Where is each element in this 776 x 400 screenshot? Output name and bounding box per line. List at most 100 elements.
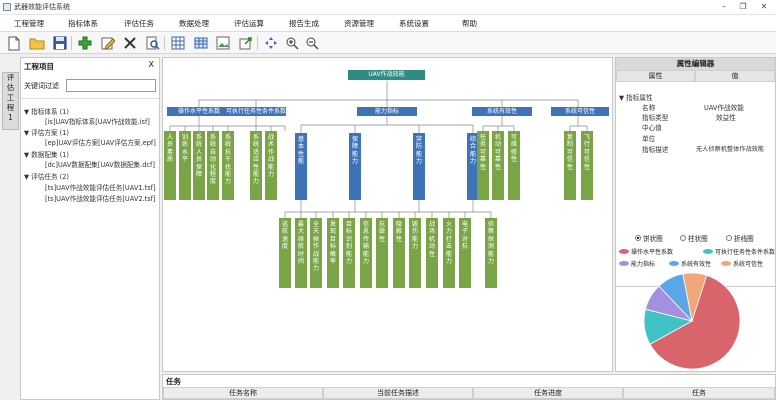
- move-icon[interactable]: [262, 35, 279, 51]
- tree-node[interactable]: ▼ 评估任务 (2): [24, 171, 69, 181]
- minimize-button[interactable]: –: [717, 1, 731, 13]
- menu-report[interactable]: 报告生成: [289, 18, 319, 29]
- diagram-leaf-node[interactable]: 火力打击能力: [443, 218, 455, 288]
- legend-item: 操作水平性系数: [619, 247, 673, 256]
- radio-line[interactable]: 折线图: [726, 233, 754, 243]
- property-name: 单位: [642, 135, 656, 143]
- diagram-leaf-node[interactable]: 系统人员保障: [193, 131, 205, 200]
- menu-project[interactable]: 工程管理: [14, 18, 44, 29]
- panel-title: 任务: [166, 377, 181, 386]
- diagram-leaf-node[interactable]: 抗毁性: [376, 218, 388, 288]
- toolbar-separator: [257, 36, 258, 50]
- radio-pie[interactable]: 饼状图: [635, 233, 663, 243]
- edit-icon[interactable]: [99, 35, 116, 51]
- diagram-leaf-node[interactable]: 系统抗干扰能力: [222, 131, 234, 200]
- zoom-in-icon[interactable]: [283, 35, 300, 51]
- menu-data[interactable]: 数据处理: [179, 18, 209, 29]
- tree-node[interactable]: [ep]UAV评估方案[UAV评估方案.epf]: [45, 137, 156, 147]
- diagram-leaf-node[interactable]: 目标识别能力: [343, 218, 355, 288]
- filter-input[interactable]: [66, 79, 156, 92]
- tree-node[interactable]: [ts]UAV作战效能评估任务[UAV2.tsf]: [45, 193, 156, 203]
- diagram-root-node[interactable]: UAV作战效能: [348, 70, 425, 80]
- toolbar-separator: [71, 36, 72, 50]
- diagram-leaf-node[interactable]: 系统自动化程度: [207, 131, 219, 200]
- close-icon[interactable]: X: [149, 60, 154, 69]
- diagram-leaf-node[interactable]: 复制可信性: [564, 131, 576, 200]
- maximize-button[interactable]: ❐: [736, 1, 750, 13]
- diagram-leaf-node[interactable]: 战场机动性: [426, 218, 438, 288]
- property-group[interactable]: ▼ 指标属性: [619, 92, 653, 102]
- grid-icon[interactable]: [192, 35, 209, 51]
- export-icon[interactable]: [237, 35, 254, 51]
- column-header[interactable]: 任务: [623, 387, 775, 399]
- diagram-leaf-node[interactable]: 战术作战能力: [265, 131, 277, 200]
- tab-project-vertical[interactable]: 评 估 工 程 1: [2, 72, 19, 130]
- tree-node[interactable]: ▼ 数据配集 (1): [24, 149, 69, 159]
- diagram-leaf-node[interactable]: 可维修性: [508, 131, 520, 200]
- diagram-leaf-node[interactable]: 信息传输能力: [360, 218, 372, 288]
- column-header[interactable]: 任务名称: [163, 387, 323, 399]
- diagram-capability-node[interactable]: 基本性能: [295, 133, 307, 200]
- diagram-level1-node[interactable]: 能力指标: [357, 107, 417, 116]
- diagram-leaf-node[interactable]: 训练水平: [179, 131, 191, 200]
- diagram-capability-node[interactable]: 突防能力: [413, 133, 425, 200]
- diagram-level1-node[interactable]: 操作水平性系数: [167, 107, 231, 116]
- legend-swatch: [619, 249, 629, 254]
- menu-bar: 工程管理 指标体系 评估任务 数据处理 评估运算 报告生成 资源管理 系统设置 …: [0, 15, 776, 32]
- column-header[interactable]: 任务进度: [473, 387, 623, 399]
- diagram-leaf-node[interactable]: 毁伤能力: [409, 218, 421, 288]
- radio-label: 折线图: [734, 235, 754, 243]
- tree-node[interactable]: ▼ 指标体系 (1): [24, 106, 69, 116]
- menu-task[interactable]: 评估任务: [124, 18, 154, 29]
- table-icon[interactable]: [169, 35, 186, 51]
- open-folder-icon[interactable]: [28, 35, 45, 51]
- search-doc-icon[interactable]: [144, 35, 161, 51]
- tree-node[interactable]: [is]UAV指标体系[UAV作战效能.isf]: [45, 116, 150, 126]
- window-title: 武器效能评估系统: [14, 3, 70, 11]
- menu-indicator[interactable]: 指标体系: [68, 18, 98, 29]
- diagram-leaf-node[interactable]: 发现目标概率: [327, 218, 339, 288]
- diagram-leaf-node[interactable]: 巡航速度: [279, 218, 291, 288]
- diagram-level1-node[interactable]: 系统可信性: [551, 107, 609, 116]
- menu-resource[interactable]: 资源管理: [344, 18, 374, 29]
- diagram-leaf-node[interactable]: 任务可靠性: [477, 131, 489, 200]
- save-icon[interactable]: [51, 35, 68, 51]
- diagram-leaf-node[interactable]: 隐蔽性: [393, 218, 405, 288]
- tree-node[interactable]: [ts]UAV作战效能评估任务[UAV1.tsf]: [45, 182, 156, 192]
- tree-node[interactable]: ▼ 评估方案 (1): [24, 127, 69, 137]
- diagram-leaf-node[interactable]: 系统适应性能力: [250, 131, 262, 200]
- radio-bar[interactable]: 柱状图: [680, 233, 708, 243]
- title-bar: 武器效能评估系统 – ❐ ✕: [0, 0, 776, 15]
- new-file-icon[interactable]: [5, 35, 22, 51]
- close-button[interactable]: ✕: [757, 1, 771, 13]
- toolbar: [0, 32, 776, 54]
- tree-node[interactable]: [dc]UAV数据配集[UAV数据配集.dcf]: [45, 159, 155, 169]
- diagram-leaf-node[interactable]: 电子对抗: [459, 218, 471, 288]
- diagram-leaf-node[interactable]: 侦察探测能力: [485, 218, 497, 288]
- diagram-level1-node[interactable]: 系统有效性: [472, 107, 532, 116]
- property-value[interactable]: 效益性: [716, 112, 736, 122]
- menu-help[interactable]: 帮助: [462, 18, 477, 29]
- diagram-leaf-node[interactable]: 最大续航时间: [295, 218, 307, 288]
- menu-settings[interactable]: 系统设置: [399, 18, 429, 29]
- property-value[interactable]: 无人侦察机整体作战效能: [696, 144, 764, 153]
- property-name: 指标描述: [642, 146, 669, 154]
- diagram-capability-node[interactable]: 保障能力: [349, 133, 361, 200]
- tab-char: 工: [6, 93, 15, 102]
- diagram-leaf-node[interactable]: 飞行可信性: [581, 131, 593, 200]
- column-header[interactable]: 当前任务描述: [323, 387, 473, 399]
- diagram-leaf-node[interactable]: 机动可靠性: [492, 131, 504, 200]
- radio-label: 饼状图: [643, 235, 663, 243]
- add-icon[interactable]: [76, 35, 93, 51]
- image-doc-icon[interactable]: [214, 35, 231, 51]
- diagram-level1-node[interactable]: 可执行任务性条件系数: [226, 107, 286, 116]
- menu-compute[interactable]: 评估运算: [234, 18, 264, 29]
- property-value[interactable]: UAV作战效能: [704, 102, 744, 112]
- zoom-out-icon[interactable]: [303, 35, 320, 51]
- legend-label: 能力指标: [631, 261, 656, 268]
- app-icon: [3, 3, 11, 11]
- diagram-leaf-node[interactable]: 人员素质: [164, 131, 176, 200]
- delete-icon[interactable]: [121, 35, 138, 51]
- diagram-leaf-node[interactable]: 全天候作战能力: [310, 218, 322, 288]
- indicator-diagram: UAV作战效能 操作水平性系数 可执行任务性条件系数 能力指标 系统有效性 系统…: [162, 57, 613, 372]
